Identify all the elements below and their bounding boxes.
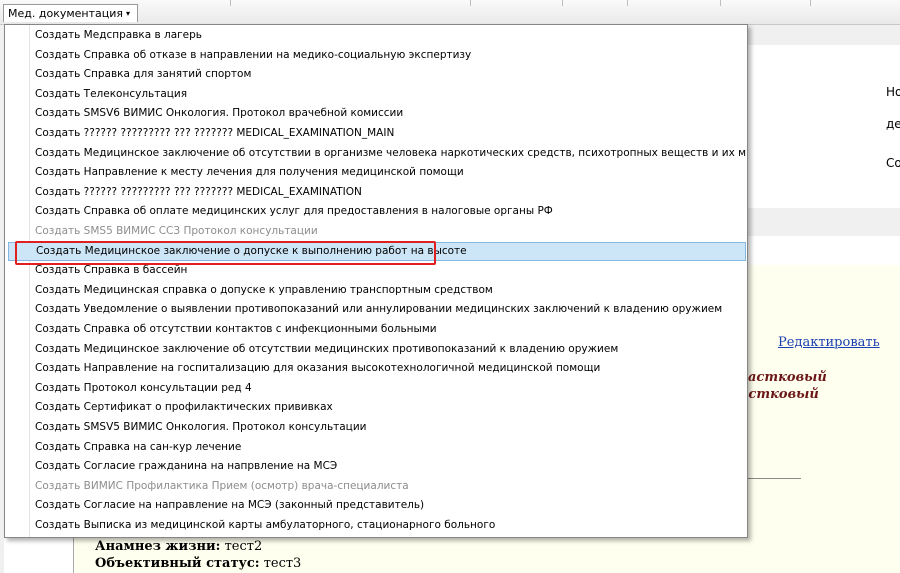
right-panel-text: Со (886, 156, 900, 170)
menu-item[interactable]: Создать SMSV5 ВИМИС Онкология. Протокол … (8, 418, 746, 437)
toolbar-divider (720, 0, 721, 6)
menu-item[interactable]: Создать Справка об отсутствии контактов … (8, 320, 746, 339)
divider-line (745, 478, 801, 479)
toolbar-divider (562, 0, 563, 6)
menu-item[interactable]: Создать Справка об оплате медицинских ус… (8, 202, 746, 221)
toolbar-divider (230, 0, 231, 6)
right-section-bar (748, 208, 900, 236)
anamnesis-label: Анамнез жизни: (95, 539, 221, 554)
menu-item[interactable]: Создать Медицинское заключение об отсутс… (8, 340, 746, 359)
menu-item[interactable]: Создать Телеконсультация (8, 85, 746, 104)
menu-item[interactable]: Создать Сертификат о профилактических пр… (8, 398, 746, 417)
menu-item: Создать SMS5 ВИМИС ССЗ Протокол консульт… (35, 225, 318, 237)
menu-item[interactable]: Создать Согласие на направление на МСЭ (… (8, 496, 746, 515)
menu-item[interactable]: Создать Медицинское заключение об отсутс… (8, 144, 746, 163)
menu-item[interactable]: Создать Направление к месту лечения для … (8, 163, 746, 182)
menu-item[interactable]: Создать Справка для занятий спортом (8, 65, 746, 84)
menu-item[interactable]: Создать Справка на сан-кур лечение (8, 438, 746, 457)
menu-item[interactable]: Создать Уведомление о выявлении противоп… (8, 300, 746, 319)
menu-item[interactable]: Создать ?????? ????????? ??? ??????? MED… (8, 183, 746, 202)
objective-status-line: Объективный статус: тест3 (95, 556, 301, 571)
objective-status-value: тест3 (259, 556, 302, 571)
menu-item[interactable]: Создать Медицинское заключение о допуске… (8, 241, 746, 261)
district-text-fragment: астковый (748, 370, 827, 385)
menu-item[interactable]: Создать ?????? ????????? ??? ??????? MED… (8, 124, 746, 143)
menu-item[interactable]: Создать Протокол консультации ред 4 (8, 379, 746, 398)
anamnesis-line: Анамнез жизни: тест2 (95, 539, 262, 554)
right-tab-strip (748, 25, 900, 45)
med-documentation-dropdown: Создать Медсправка в лагерь Создать Справ… (4, 24, 748, 538)
edit-link[interactable]: Редактировать (778, 335, 880, 350)
toolbar-divider (810, 0, 811, 6)
right-panel-text: де (886, 117, 900, 131)
menu-item[interactable]: Создать Направление на госпитализацию дл… (8, 359, 746, 378)
menu-item[interactable]: Создать Медсправка в лагерь (8, 26, 746, 45)
toolbar-divider (470, 0, 471, 6)
toolbar-divider (627, 0, 628, 6)
menu-button-label: Мед. документация (8, 7, 124, 20)
menu-item: Создать ВИМИС Профилактика Прием (осмотр… (35, 479, 409, 492)
right-panel-text: Но (886, 85, 900, 99)
menu-item[interactable]: Создать Справка об отказе в направлении … (8, 46, 746, 65)
menu-item[interactable]: Создать SMSV6 ВИМИС Онкология. Протокол … (8, 104, 746, 123)
objective-status-label: Объективный статус: (95, 556, 260, 571)
district-text-fragment: астковый (740, 387, 819, 402)
med-documentation-menu-button[interactable]: Мед. документация ▾ (3, 4, 139, 22)
menu-item[interactable]: Создать Выписка из медицинской карты амб… (8, 516, 746, 535)
menu-item[interactable]: Создать Медицинская справка о допуске к … (8, 281, 746, 300)
menu-item[interactable]: Создать Справка в бассейн (8, 261, 746, 280)
chevron-down-icon: ▾ (126, 9, 131, 18)
anamnesis-value: тест2 (220, 539, 263, 554)
menu-item[interactable]: Создать Согласие гражданина на напрвлени… (8, 457, 746, 476)
